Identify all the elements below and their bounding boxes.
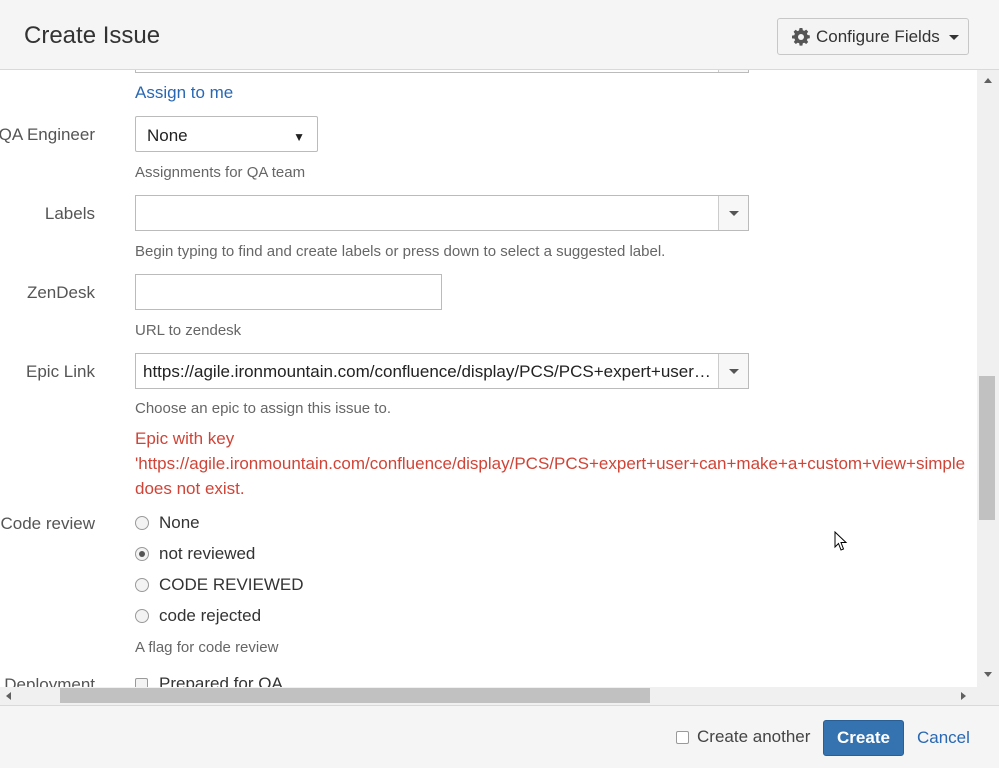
form-scroll-area[interactable]: Assign to me QA Engineer None ▼ Assignme… <box>0 70 977 687</box>
create-another-label: Create another <box>697 727 811 746</box>
epic-link-label: Epic Link <box>26 362 95 381</box>
labels-label: Labels <box>44 204 95 223</box>
scroll-down-icon[interactable] <box>984 672 992 677</box>
code-review-option-reviewed[interactable]: CODE REVIEWED <box>135 575 304 595</box>
gear-icon <box>792 27 810 46</box>
epic-link-value: https://agile.ironmountain.com/confluenc… <box>143 362 715 381</box>
create-button[interactable]: Create <box>823 720 904 756</box>
scrollbar-corner <box>977 687 999 705</box>
qa-engineer-value: None <box>147 126 188 145</box>
epic-link-error-line2: 'https://agile.ironmountain.com/confluen… <box>135 454 966 473</box>
vertical-scrollbar[interactable] <box>977 70 999 687</box>
qa-engineer-label: QA Engineer <box>0 125 95 144</box>
assignee-field-partial[interactable] <box>135 70 749 73</box>
epic-link-error: Epic with key 'https://agile.ironmountai… <box>135 426 965 501</box>
configure-fields-button[interactable]: Configure Fields <box>777 18 969 55</box>
code-review-option-none[interactable]: None <box>135 513 200 533</box>
radio-label: not reviewed <box>159 544 256 563</box>
zendesk-description: URL to zendesk <box>135 322 242 339</box>
cancel-link[interactable]: Cancel <box>917 728 970 748</box>
epic-link-input[interactable]: https://agile.ironmountain.com/confluenc… <box>135 353 749 389</box>
horizontal-scroll-thumb[interactable] <box>60 688 650 703</box>
zendesk-label: ZenDesk <box>26 283 95 302</box>
scroll-up-icon[interactable] <box>984 78 992 83</box>
dropdown-arrow-icon: ▼ <box>293 130 305 144</box>
epic-link-error-line3: does not exist. <box>135 479 245 498</box>
radio-label: None <box>159 513 200 532</box>
radio-icon[interactable] <box>135 609 149 623</box>
scroll-right-icon[interactable] <box>961 692 966 700</box>
mouse-cursor-icon <box>834 531 848 551</box>
code-review-option-rejected[interactable]: code rejected <box>135 606 261 626</box>
vertical-scroll-thumb[interactable] <box>979 376 995 520</box>
create-another-checkbox[interactable]: Create another <box>676 727 810 747</box>
epic-link-error-line1: Epic with key <box>135 429 235 448</box>
checkbox-icon[interactable] <box>135 677 148 687</box>
qa-engineer-select[interactable]: None ▼ <box>135 116 318 152</box>
checkbox-label: Prepared for QA <box>159 674 283 687</box>
checkbox-icon[interactable] <box>676 730 689 744</box>
assign-to-me-link[interactable]: Assign to me <box>135 83 233 103</box>
dialog-title: Create Issue <box>24 22 161 49</box>
code-review-description: A flag for code review <box>135 639 279 656</box>
create-issue-dialog: Create Issue Configure Fields Assign to … <box>0 0 999 768</box>
radio-icon[interactable] <box>135 578 149 592</box>
horizontal-scrollbar[interactable] <box>0 687 977 705</box>
radio-icon[interactable] <box>135 516 149 530</box>
dialog-footer: Create another Create Cancel <box>0 705 999 768</box>
chevron-down-icon[interactable] <box>718 354 748 388</box>
deployment-label: Deployment <box>4 675 95 687</box>
deployment-option-prepared-for-qa[interactable]: Prepared for QA <box>135 674 283 687</box>
chevron-down-icon[interactable] <box>718 196 748 230</box>
dialog-header: Create Issue Configure Fields <box>0 0 999 70</box>
radio-checked-icon[interactable] <box>135 547 149 561</box>
epic-link-description: Choose an epic to assign this issue to. <box>135 400 391 417</box>
code-review-option-not-reviewed[interactable]: not reviewed <box>135 544 255 564</box>
labels-input[interactable] <box>135 195 749 231</box>
chevron-down-icon <box>948 35 959 40</box>
scroll-left-icon[interactable] <box>6 692 11 700</box>
labels-description: Begin typing to find and create labels o… <box>135 243 666 260</box>
configure-fields-label: Configure Fields <box>816 26 940 46</box>
radio-label: CODE REVIEWED <box>159 575 304 594</box>
radio-label: code rejected <box>159 606 262 625</box>
qa-engineer-description: Assignments for QA team <box>135 164 306 181</box>
code-review-label: Code review <box>0 514 96 533</box>
zendesk-input[interactable] <box>135 274 442 310</box>
